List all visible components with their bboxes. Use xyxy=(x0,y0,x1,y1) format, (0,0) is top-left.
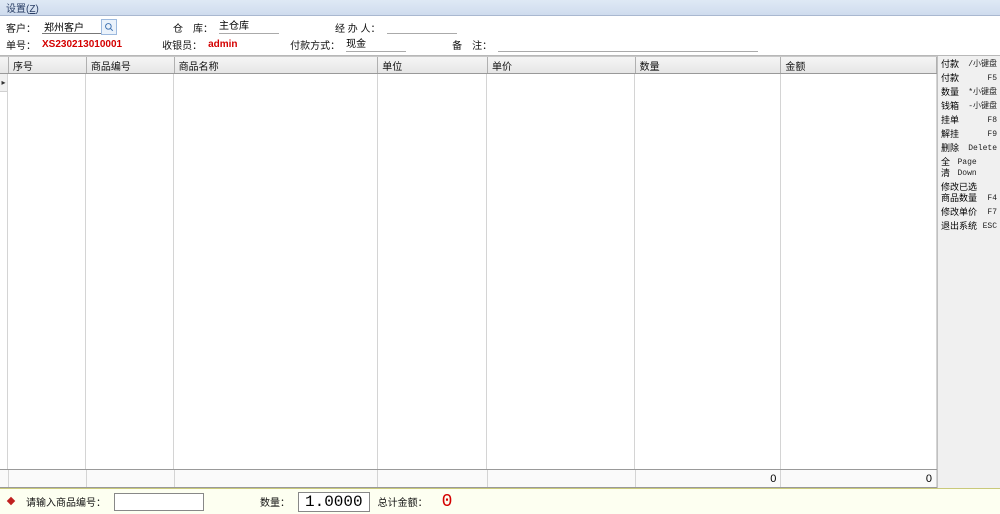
row-indicator xyxy=(0,74,8,92)
cashier-value: admin xyxy=(208,38,258,52)
shortcut-paytype: 付款F5 xyxy=(940,72,998,85)
search-icon xyxy=(104,22,114,32)
shortcut-pay: 付款/小键盘 xyxy=(940,58,998,71)
grid-header-price[interactable]: 单价 xyxy=(488,57,636,73)
shortcut-panel: 付款/小键盘 付款F5 数量*小键盘 钱箱-小键盘 挂单F8 解挂F9 删除De… xyxy=(938,56,1000,488)
footer-total-label: 总计金额： xyxy=(378,494,428,509)
customer-search-button[interactable] xyxy=(101,19,117,35)
cashier-label: 收银员： xyxy=(162,37,202,52)
grid-header-name[interactable]: 商品名称 xyxy=(175,57,379,73)
warehouse-value[interactable]: 主仓库 xyxy=(219,20,279,34)
warehouse-label: 仓 库： xyxy=(173,20,213,35)
operator-label: 经 办 人： xyxy=(335,20,381,35)
items-grid[interactable]: 序号 商品编号 商品名称 单位 单价 数量 金额 xyxy=(0,56,938,488)
shortcut-unhold: 解挂F9 xyxy=(940,128,998,141)
header-form: 客户： 仓 库： 主仓库 经 办 人： 单号： XS230213010001 收… xyxy=(0,16,1000,56)
billno-value: XS230213010001 xyxy=(42,38,122,52)
product-code-input[interactable] xyxy=(114,493,204,511)
footer-total-value: 0 xyxy=(442,492,472,512)
customer-input[interactable] xyxy=(42,20,102,34)
remark-value[interactable] xyxy=(498,38,758,52)
shortcut-hold: 挂单F8 xyxy=(940,114,998,127)
paymethod-value[interactable]: 现金 xyxy=(346,38,406,52)
qty-input[interactable]: 1.0000 xyxy=(298,492,370,512)
menu-settings[interactable]: 设置(Z) xyxy=(6,0,39,15)
grid-header-seq[interactable]: 序号 xyxy=(9,57,87,73)
customer-label: 客户： xyxy=(6,20,36,35)
grid-header-unit[interactable]: 单位 xyxy=(378,57,488,73)
shortcut-editprice: 修改单价F7 xyxy=(940,206,998,219)
footer-marker-icon xyxy=(8,496,18,507)
paymethod-label: 付款方式： xyxy=(290,37,340,52)
grid-header-code[interactable]: 商品编号 xyxy=(87,57,175,73)
grid-totals-row: 0 0 xyxy=(0,470,937,488)
operator-value[interactable] xyxy=(387,20,457,34)
grid-header-rowselector xyxy=(0,57,9,73)
shortcut-qty: 数量*小键盘 xyxy=(940,86,998,99)
grid-header-amount[interactable]: 金额 xyxy=(781,57,937,73)
grid-body[interactable] xyxy=(0,74,937,470)
grid-header: 序号 商品编号 商品名称 单位 单价 数量 金额 xyxy=(0,56,937,74)
footer-qty-label: 数量： xyxy=(260,494,290,509)
menu-bar[interactable]: 设置(Z) xyxy=(0,0,1000,16)
total-amount-cell: 0 xyxy=(781,470,937,487)
shortcut-cashbox: 钱箱-小键盘 xyxy=(940,100,998,113)
billno-label: 单号： xyxy=(6,37,36,52)
footer-code-label: 请输入商品编号： xyxy=(26,494,106,509)
shortcut-editselqty: 修改已选商品数量F4 xyxy=(940,181,998,205)
shortcut-clear: 全清Page Down xyxy=(940,156,998,180)
total-qty-cell: 0 xyxy=(636,470,782,487)
shortcut-exit: 退出系统ESC xyxy=(940,220,998,233)
remark-label: 备 注： xyxy=(452,37,492,52)
footer-bar: 请输入商品编号： 数量： 1.0000 总计金额： 0 xyxy=(0,488,1000,514)
shortcut-delete: 删除Delete xyxy=(940,142,998,155)
grid-header-qty[interactable]: 数量 xyxy=(636,57,782,73)
